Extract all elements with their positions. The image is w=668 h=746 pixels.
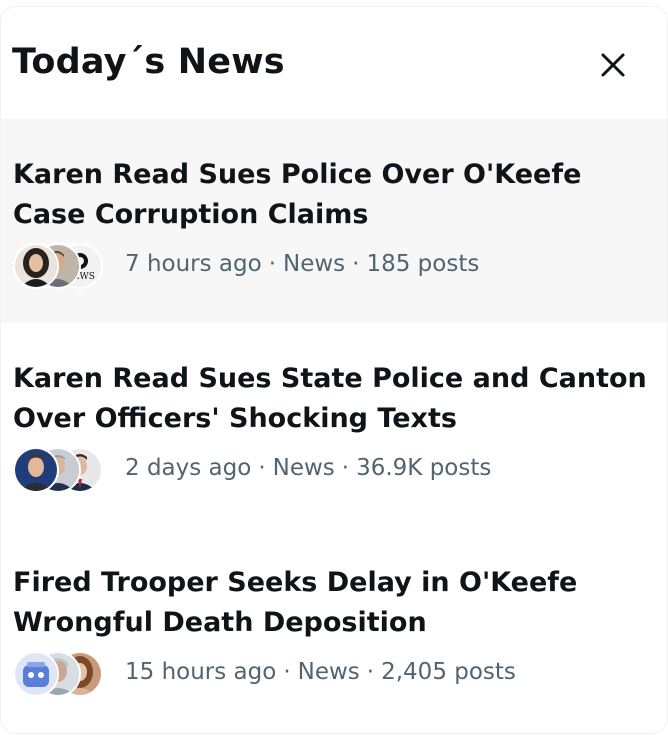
news-post-count: 185 posts — [366, 251, 480, 277]
meta-separator: · — [268, 251, 276, 277]
news-meta: 15 hours ago · News · 2,405 posts — [125, 659, 516, 685]
meta-separator: · — [258, 455, 266, 481]
news-headline: Fired Trooper Seeks Delay in O'Keefe Wro… — [13, 567, 578, 638]
news-time: 15 hours ago — [125, 659, 277, 685]
todays-news-panel: Today´s News Karen Read Sues Police Over… — [0, 6, 668, 734]
panel-header: Today´s News — [1, 7, 667, 119]
news-time: 7 hours ago — [125, 251, 262, 277]
news-category: News — [272, 455, 335, 481]
avatar-group: NEWS — [13, 243, 113, 291]
cartoon-avatar-icon — [13, 651, 59, 697]
news-headline: Karen Read Sues State Police and Canton … — [13, 363, 647, 434]
meta-separator: · — [283, 659, 291, 685]
avatar-group — [13, 651, 113, 699]
avatar-group — [13, 447, 113, 495]
news-meta: 7 hours ago · News · 185 posts — [125, 251, 479, 277]
man-avatar-icon — [13, 447, 59, 493]
news-category: News — [283, 251, 346, 277]
meta-separator: · — [352, 251, 360, 277]
woman-avatar-icon — [13, 243, 59, 289]
meta-separator: · — [341, 455, 350, 481]
news-item[interactable]: Fired Trooper Seeks Delay in O'Keefe Wro… — [1, 527, 667, 731]
news-meta: 2 days ago · News · 36.9K posts — [125, 455, 491, 481]
news-time: 2 days ago — [125, 455, 252, 481]
news-category: News — [297, 659, 360, 685]
news-post-count: 36.9K posts — [356, 455, 492, 481]
news-headline: Karen Read Sues Police Over O'Keefe Case… — [13, 159, 582, 230]
news-item[interactable]: Karen Read Sues State Police and Canton … — [1, 323, 667, 527]
close-button[interactable] — [591, 43, 635, 87]
close-icon — [601, 53, 625, 77]
panel-title: Today´s News — [12, 42, 285, 82]
news-post-count: 2,405 posts — [381, 659, 516, 685]
meta-separator: · — [366, 659, 375, 685]
news-item[interactable]: Karen Read Sues Police Over O'Keefe Case… — [1, 119, 667, 323]
